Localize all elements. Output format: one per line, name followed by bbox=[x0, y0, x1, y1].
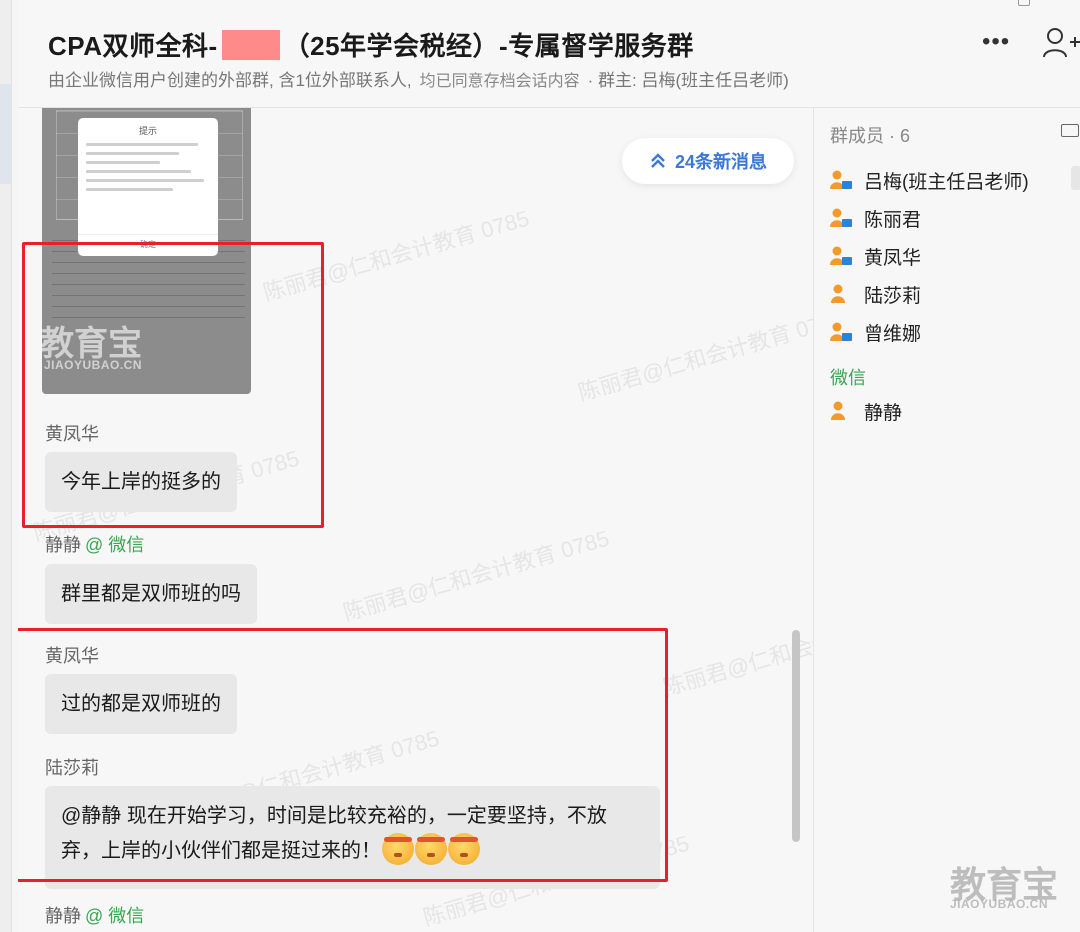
emoji-group bbox=[381, 833, 480, 876]
brand-watermark-url: JIAOYUBAO.CN bbox=[950, 897, 1049, 911]
add-member-icon[interactable] bbox=[1042, 26, 1080, 60]
member-item[interactable]: 曾维娜 bbox=[830, 316, 921, 348]
message-bubble[interactable]: 群里都是双师班的吗 bbox=[45, 564, 257, 624]
message-sender[interactable]: 静静 @ 微信 bbox=[45, 531, 144, 557]
dialog-title: 提示 bbox=[138, 126, 157, 136]
message-sender[interactable]: 黄凤华 bbox=[45, 642, 99, 668]
struggle-emoji-icon bbox=[382, 833, 414, 865]
wechat-tag: @ 微信 bbox=[85, 906, 145, 926]
chat-window: CPA双师全科- （25年学会税经）-专属督学服务群 由企业微信用户创建的外部群,… bbox=[18, 0, 1080, 932]
external-group-notice: 由企业微信用户创建的外部群, 含1位外部联系人, bbox=[48, 71, 412, 90]
member-item[interactable]: 陈丽君 bbox=[830, 202, 921, 234]
image-dialog: 提示 确定 bbox=[78, 118, 218, 256]
message-sender[interactable]: 黄凤华 bbox=[45, 420, 99, 446]
more-horizontal-icon[interactable]: ••• bbox=[982, 28, 1010, 56]
watermark: 陈丽君@仁和会计教育 0785 bbox=[340, 525, 612, 626]
wechat-tag: @ 微信 bbox=[85, 535, 145, 555]
group-title: CPA双师全科- （25年学会税经）-专属督学服务群 bbox=[48, 30, 694, 61]
message-bubble[interactable]: 今年上岸的挺多的 bbox=[45, 452, 237, 512]
member-panel: 群成员 · 6 吕梅(班主任吕老师) 陈丽君 黄凤华 陆莎莉 曾维娜 微信 静静 bbox=[813, 108, 1080, 932]
member-count: 群成员 · 6 bbox=[830, 126, 911, 146]
struggle-emoji-icon bbox=[448, 833, 480, 865]
image-brand-url: JIAOYUBAO.CN bbox=[44, 358, 143, 372]
dialog-ok: 确定 bbox=[78, 234, 218, 250]
watermark: 陈丽君@仁和会计教育 0785 bbox=[575, 305, 813, 406]
double-chevron-up-icon bbox=[651, 153, 665, 168]
message-bubble[interactable]: 过的都是双师班的 bbox=[45, 674, 237, 734]
group-owner: · 群主: 吕梅(班主任吕老师) bbox=[587, 71, 789, 90]
person-icon bbox=[831, 284, 845, 303]
watermark: 陈丽君@仁和会计教育 0785 bbox=[660, 600, 813, 701]
redacted-block bbox=[221, 30, 280, 60]
group-subtitle: 由企业微信用户创建的外部群, 含1位外部联系人, 均已同意存档会话内容 · 群主: … bbox=[48, 66, 789, 91]
left-strip-selected bbox=[0, 84, 12, 184]
scrollbar[interactable] bbox=[792, 630, 800, 842]
panel-edge bbox=[1071, 166, 1080, 190]
member-item[interactable]: 吕梅(班主任吕老师) bbox=[830, 164, 1029, 196]
message-sender[interactable]: 静静 @ 微信 bbox=[45, 902, 144, 928]
new-messages-label: 24条新消息 bbox=[674, 152, 768, 172]
new-messages-button[interactable]: 24条新消息 bbox=[622, 138, 794, 184]
chat-header: CPA双师全科- （25年学会税经）-专属督学服务群 由企业微信用户创建的外部群,… bbox=[18, 0, 1080, 108]
employee-icon bbox=[830, 170, 852, 189]
message-sender[interactable]: 陆莎莉 bbox=[45, 754, 99, 780]
wechat-section-label: 微信 bbox=[830, 368, 866, 388]
message-bubble[interactable]: @静静 现在开始学习，时间是比较充裕的，一定要坚持，不放 弃，上岸的小伙伴们都是… bbox=[45, 786, 660, 889]
window-restore-icon[interactable] bbox=[1018, 0, 1030, 6]
employee-icon bbox=[830, 246, 852, 265]
image-message[interactable]: 提示 确定 教育宝 JIAOYUBAO.CN bbox=[42, 108, 251, 394]
employee-icon bbox=[830, 322, 852, 341]
app-left-strip bbox=[0, 0, 12, 932]
member-item[interactable]: 静静 bbox=[830, 395, 902, 427]
message-list[interactable]: 陈丽君@仁和会计教育 0785 陈丽君@仁和会计教育 0785 陈丽君@仁和会计… bbox=[18, 108, 813, 932]
employee-icon bbox=[830, 208, 852, 227]
person-icon bbox=[831, 401, 845, 420]
member-item[interactable]: 黄凤华 bbox=[830, 240, 921, 272]
watermark: 陈丽君@仁和会计教育 0785 bbox=[260, 205, 532, 306]
mail-icon[interactable] bbox=[1061, 124, 1079, 137]
struggle-emoji-icon bbox=[415, 833, 447, 865]
archive-notice[interactable]: 均已同意存档会话内容 bbox=[420, 73, 580, 90]
member-item[interactable]: 陆莎莉 bbox=[830, 278, 921, 310]
